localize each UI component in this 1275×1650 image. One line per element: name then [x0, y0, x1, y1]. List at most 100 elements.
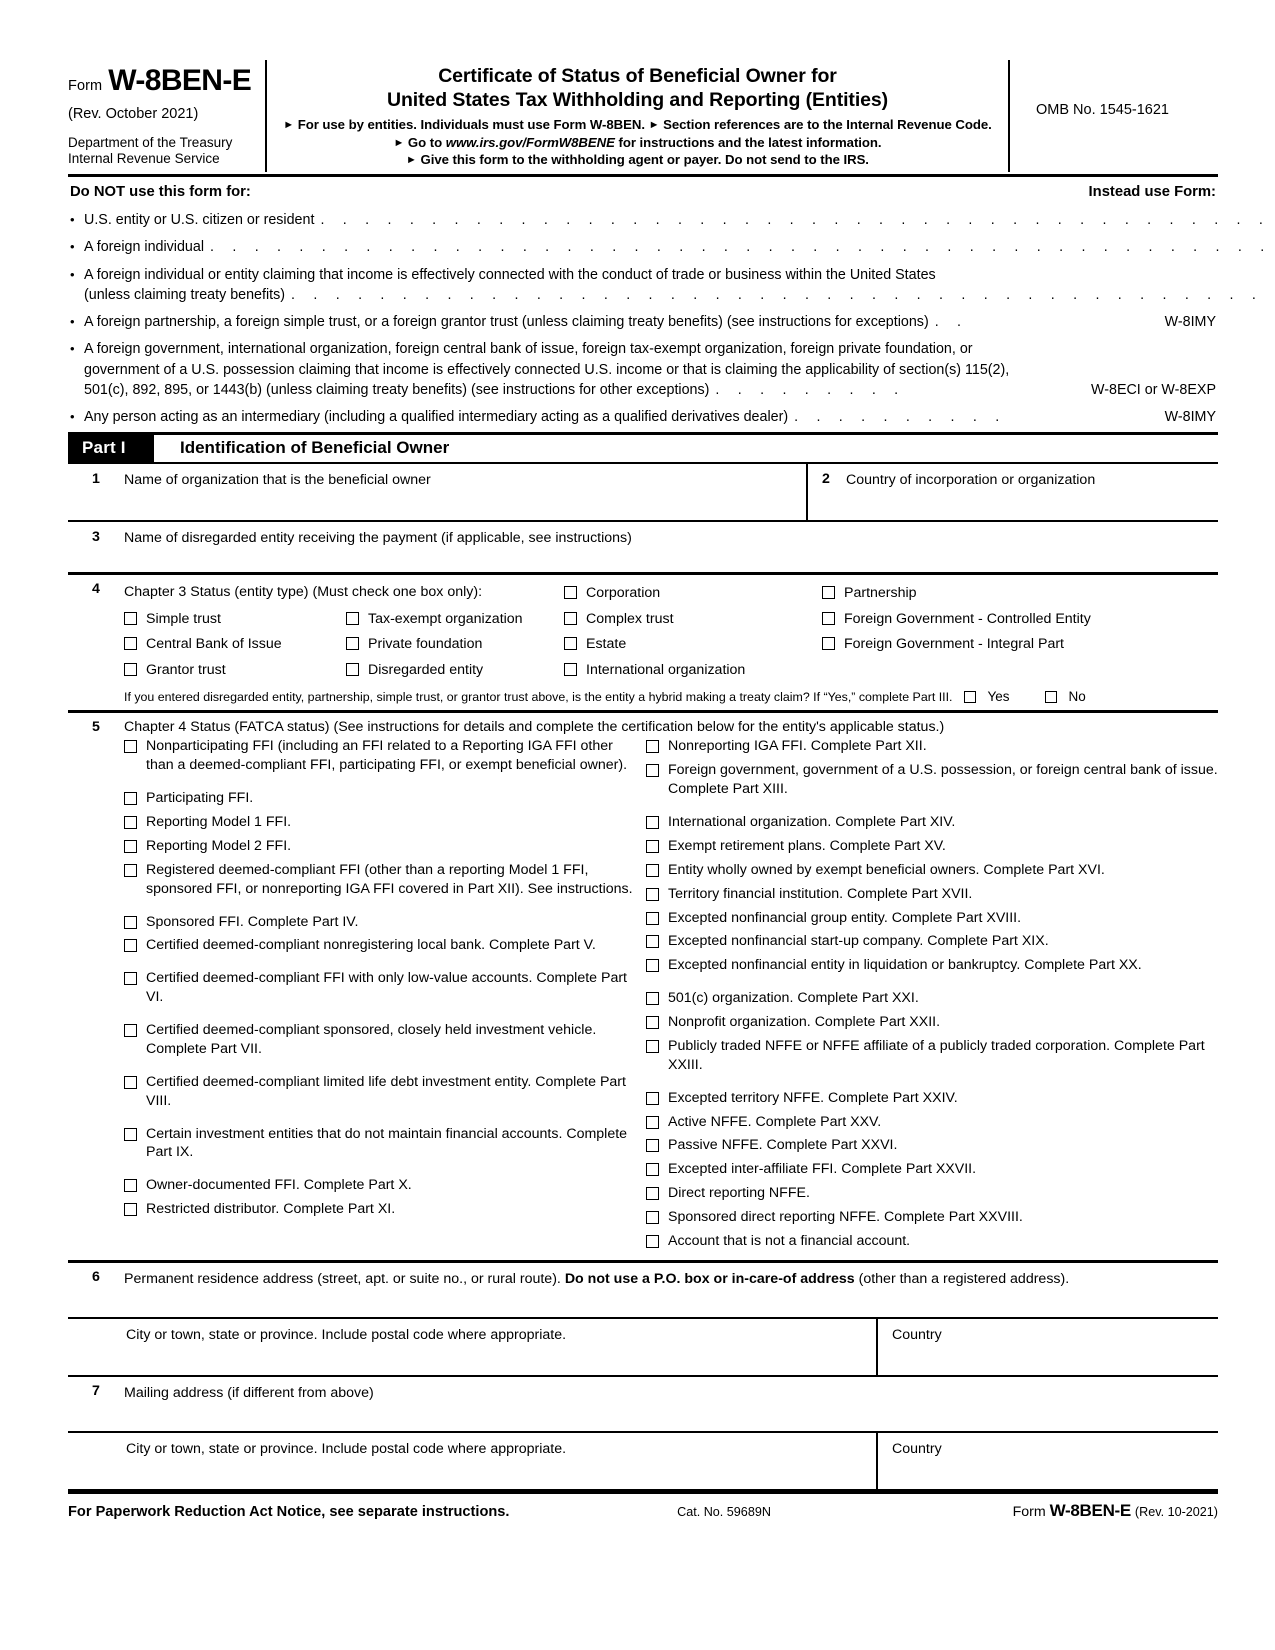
checkbox-direct-reporting-nffe[interactable]: Direct reporting NFFE.: [646, 1184, 1218, 1203]
checkbox-excepted-nonfinancial-group-entity[interactable]: Excepted nonfinancial group entity. Comp…: [646, 909, 1218, 928]
checkbox-sponsored-ffi[interactable]: Sponsored FFI. Complete Part IV.: [124, 913, 636, 932]
checkbox-icon[interactable]: [646, 764, 659, 778]
checkbox-nonreporting-iga-ffi[interactable]: Nonreporting IGA FFI. Complete Part XII.: [646, 737, 1218, 756]
checkbox-icon[interactable]: [646, 1139, 659, 1153]
checkbox-certified-limited-life-debt[interactable]: Certified deemed-compliant limited life …: [124, 1073, 636, 1111]
checkbox-icon[interactable]: [346, 611, 359, 625]
checkbox-icon[interactable]: [124, 972, 137, 986]
checkbox-certified-nonregistering-local-bank[interactable]: Certified deemed-compliant nonregisterin…: [124, 936, 636, 955]
checkbox-icon[interactable]: [124, 863, 137, 877]
checkbox-grantor-trust[interactable]: Grantor trust: [124, 657, 346, 682]
checkbox-icon[interactable]: [124, 611, 137, 625]
checkbox-central-bank-of-issue[interactable]: Central Bank of Issue: [124, 632, 346, 657]
line-6-country-label[interactable]: Country: [878, 1319, 1218, 1375]
checkbox-publicly-traded-nffe[interactable]: Publicly traded NFFE or NFFE affiliate o…: [646, 1037, 1218, 1075]
checkbox-owner-documented-ffi[interactable]: Owner-documented FFI. Complete Part X.: [124, 1176, 636, 1195]
checkbox-icon[interactable]: [646, 816, 659, 830]
checkbox-account-not-financial-account[interactable]: Account that is not a financial account.: [646, 1232, 1218, 1251]
line-1-cell[interactable]: 1 Name of organization that is the benef…: [68, 463, 808, 520]
checkbox-excepted-territory-nffe[interactable]: Excepted territory NFFE. Complete Part X…: [646, 1089, 1218, 1108]
checkbox-icon[interactable]: [646, 959, 659, 973]
checkbox-icon[interactable]: [646, 1039, 659, 1053]
checkbox-restricted-distributor[interactable]: Restricted distributor. Complete Part XI…: [124, 1200, 636, 1219]
checkbox-icon[interactable]: [822, 611, 835, 625]
checkbox-icon[interactable]: [646, 1091, 659, 1105]
checkbox-icon-hybrid-yes[interactable]: [963, 690, 976, 703]
checkbox-icon[interactable]: [124, 1127, 137, 1141]
checkbox-reporting-model-2-ffi[interactable]: Reporting Model 2 FFI.: [124, 837, 636, 856]
checkbox-icon[interactable]: [646, 1187, 659, 1201]
checkbox-certified-sponsored-closely-held[interactable]: Certified deemed-compliant sponsored, cl…: [124, 1021, 636, 1059]
checkbox-icon-hybrid-no[interactable]: [1044, 690, 1057, 703]
checkbox-icon[interactable]: [564, 586, 577, 600]
checkbox-icon[interactable]: [646, 863, 659, 877]
line-6-city-label[interactable]: City or town, state or province. Include…: [68, 1318, 878, 1375]
checkbox-icon[interactable]: [646, 1211, 659, 1225]
checkbox-foreign-government-integral-part[interactable]: Foreign Government - Integral Part: [822, 632, 1218, 657]
checkbox-icon[interactable]: [646, 992, 659, 1006]
line-7-row[interactable]: 7 Mailing address (if different from abo…: [68, 1377, 1218, 1433]
checkbox-icon[interactable]: [124, 1179, 137, 1193]
checkbox-simple-trust[interactable]: Simple trust: [124, 606, 346, 631]
checkbox-icon[interactable]: [646, 1234, 659, 1248]
checkbox-territory-financial-institution[interactable]: Territory financial institution. Complet…: [646, 885, 1218, 904]
checkbox-icon[interactable]: [124, 1024, 137, 1038]
checkbox-icon[interactable]: [124, 939, 137, 953]
checkbox-icon[interactable]: [124, 740, 137, 754]
checkbox-icon[interactable]: [646, 1163, 659, 1177]
checkbox-icon[interactable]: [646, 740, 659, 754]
checkbox-corporation[interactable]: Corporation: [564, 581, 822, 606]
checkbox-icon[interactable]: [346, 662, 359, 676]
checkbox-entity-wholly-owned-exempt[interactable]: Entity wholly owned by exempt beneficial…: [646, 861, 1218, 880]
checkbox-icon[interactable]: [822, 586, 835, 600]
checkbox-icon[interactable]: [124, 839, 137, 853]
line-3-row[interactable]: 3 Name of disregarded entity receiving t…: [68, 522, 1218, 575]
checkbox-icon[interactable]: [564, 611, 577, 625]
checkbox-complex-trust[interactable]: Complex trust: [564, 606, 822, 631]
checkbox-icon[interactable]: [564, 637, 577, 651]
checkbox-icon[interactable]: [124, 1203, 137, 1217]
checkbox-nonprofit-organization[interactable]: Nonprofit organization. Complete Part XX…: [646, 1013, 1218, 1032]
checkbox-icon[interactable]: [646, 887, 659, 901]
checkbox-icon[interactable]: [646, 1016, 659, 1030]
checkbox-active-nffe[interactable]: Active NFFE. Complete Part XXV.: [646, 1113, 1218, 1132]
checkbox-icon[interactable]: [646, 911, 659, 925]
checkbox-foreign-government-controlled-entity[interactable]: Foreign Government - Controlled Entity: [822, 606, 1218, 631]
checkbox-icon[interactable]: [124, 662, 137, 676]
checkbox-foreign-government[interactable]: Foreign government, government of a U.S.…: [646, 761, 1218, 799]
line-7-country-label[interactable]: Country: [878, 1433, 1218, 1489]
checkbox-international-organization[interactable]: International organization: [564, 657, 822, 682]
checkbox-excepted-inter-affiliate-ffi[interactable]: Excepted inter-affiliate FFI. Complete P…: [646, 1160, 1218, 1179]
line-6-row[interactable]: 6 Permanent residence address (street, a…: [68, 1263, 1218, 1319]
checkbox-exempt-retirement-plans[interactable]: Exempt retirement plans. Complete Part X…: [646, 837, 1218, 856]
checkbox-certain-investment-entities[interactable]: Certain investment entities that do not …: [124, 1125, 636, 1163]
checkbox-passive-nffe[interactable]: Passive NFFE. Complete Part XXVI.: [646, 1136, 1218, 1155]
checkbox-icon[interactable]: [564, 662, 577, 676]
line-7-city-label[interactable]: City or town, state or province. Include…: [68, 1432, 878, 1489]
checkbox-partnership[interactable]: Partnership: [822, 581, 1218, 606]
checkbox-excepted-nonfinancial-startup[interactable]: Excepted nonfinancial start-up company. …: [646, 932, 1218, 951]
checkbox-reporting-model-1-ffi[interactable]: Reporting Model 1 FFI.: [124, 813, 636, 832]
checkbox-participating-ffi[interactable]: Participating FFI.: [124, 789, 636, 808]
checkbox-icon[interactable]: [346, 637, 359, 651]
checkbox-icon[interactable]: [124, 816, 137, 830]
checkbox-excepted-nonfinancial-liquidation[interactable]: Excepted nonfinancial entity in liquidat…: [646, 956, 1218, 975]
checkbox-icon[interactable]: [124, 1075, 137, 1089]
line-2-cell[interactable]: 2 Country of incorporation or organizati…: [808, 464, 1218, 520]
checkbox-sponsored-direct-reporting-nffe[interactable]: Sponsored direct reporting NFFE. Complet…: [646, 1208, 1218, 1227]
checkbox-icon[interactable]: [124, 915, 137, 929]
irs-form-url[interactable]: www.irs.gov/FormW8BENE: [446, 135, 615, 150]
checkbox-disregarded-entity[interactable]: Disregarded entity: [346, 657, 564, 682]
checkbox-icon[interactable]: [124, 637, 137, 651]
checkbox-certified-low-value-accounts[interactable]: Certified deemed-compliant FFI with only…: [124, 969, 636, 1007]
checkbox-icon[interactable]: [646, 935, 659, 949]
checkbox-registered-deemed-compliant-ffi[interactable]: Registered deemed-compliant FFI (other t…: [124, 861, 636, 899]
checkbox-nonparticipating-ffi[interactable]: Nonparticipating FFI (including an FFI r…: [124, 737, 636, 775]
checkbox-icon[interactable]: [646, 1115, 659, 1129]
checkbox-501c-organization[interactable]: 501(c) organization. Complete Part XXI.: [646, 989, 1218, 1008]
checkbox-international-organization-xiv[interactable]: International organization. Complete Par…: [646, 813, 1218, 832]
checkbox-icon[interactable]: [822, 637, 835, 651]
checkbox-tax-exempt-organization[interactable]: Tax-exempt organization: [346, 606, 564, 631]
checkbox-icon[interactable]: [646, 839, 659, 853]
checkbox-private-foundation[interactable]: Private foundation: [346, 632, 564, 657]
